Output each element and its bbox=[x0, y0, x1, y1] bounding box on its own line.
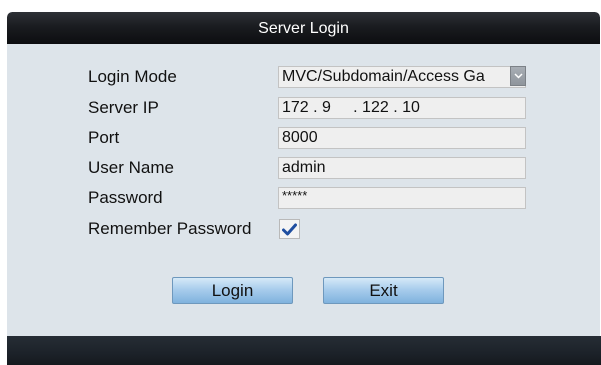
password-label: Password bbox=[88, 188, 163, 207]
login-mode-label: Login Mode bbox=[88, 67, 177, 86]
bottom-bar bbox=[7, 336, 601, 365]
title-bar: Server Login bbox=[7, 12, 600, 44]
dialog-title: Server Login bbox=[258, 20, 349, 37]
chevron-down-icon bbox=[513, 73, 523, 79]
remember-password-checkbox[interactable] bbox=[279, 219, 300, 239]
user-name-label: User Name bbox=[88, 158, 174, 177]
server-ip-label: Server IP bbox=[88, 98, 159, 117]
password-input[interactable]: ***** bbox=[278, 187, 526, 209]
login-mode-select[interactable]: MVC/Subdomain/Access Ga bbox=[278, 66, 526, 88]
port-label: Port bbox=[88, 128, 120, 147]
checkmark-icon bbox=[282, 223, 297, 235]
port-input[interactable]: 8000 bbox=[278, 127, 526, 149]
login-button[interactable]: Login bbox=[172, 277, 293, 304]
remember-password-label: Remember Password bbox=[88, 219, 252, 238]
exit-button[interactable]: Exit bbox=[323, 277, 444, 304]
server-ip-input[interactable]: 172 . 9 . 122 . 10 bbox=[278, 97, 526, 119]
user-name-input[interactable]: admin bbox=[278, 157, 526, 179]
login-mode-dropdown-button[interactable] bbox=[510, 66, 526, 86]
